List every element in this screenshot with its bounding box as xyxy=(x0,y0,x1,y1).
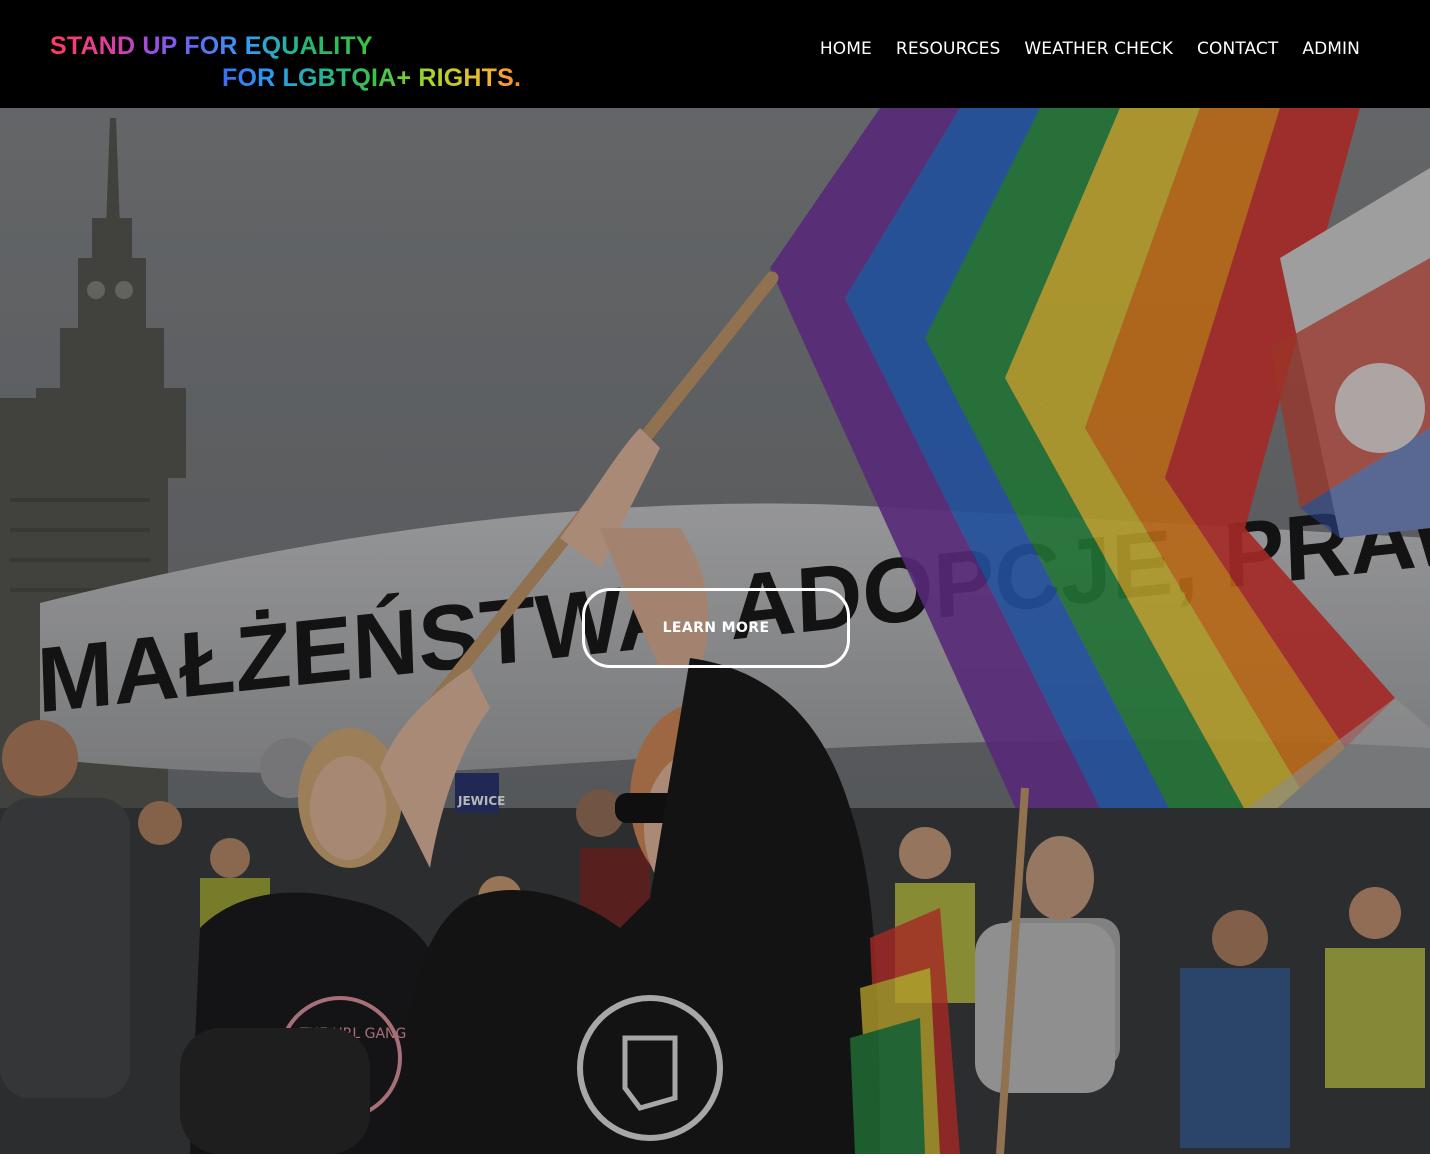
logo-line-1: STAND UP FOR EQUALITY xyxy=(50,32,373,60)
site-logo[interactable]: STAND UP FOR EQUALITY FOR LGBTQIA+ RIGHT… xyxy=(50,30,570,94)
page-bottom-edge xyxy=(0,1154,1430,1158)
nav-home[interactable]: HOME xyxy=(820,37,872,61)
hero-section: MAŁŻEŃSTWA, ADOPCJE, PRAWA LGBT xyxy=(0,108,1430,1154)
nav-resources[interactable]: RESOURCES xyxy=(896,37,1000,61)
nav-weather-check[interactable]: WEATHER CHECK xyxy=(1024,37,1173,61)
nav-admin[interactable]: ADMIN xyxy=(1302,37,1360,61)
learn-more-button[interactable]: LEARN MORE xyxy=(582,588,850,668)
logo-line-2: FOR LGBTQIA+ RIGHTS. xyxy=(222,64,522,92)
site-header: STAND UP FOR EQUALITY FOR LGBTQIA+ RIGHT… xyxy=(0,0,1430,108)
main-nav: HOME RESOURCES WEATHER CHECK CONTACT ADM… xyxy=(820,37,1360,61)
nav-contact[interactable]: CONTACT xyxy=(1197,37,1278,61)
